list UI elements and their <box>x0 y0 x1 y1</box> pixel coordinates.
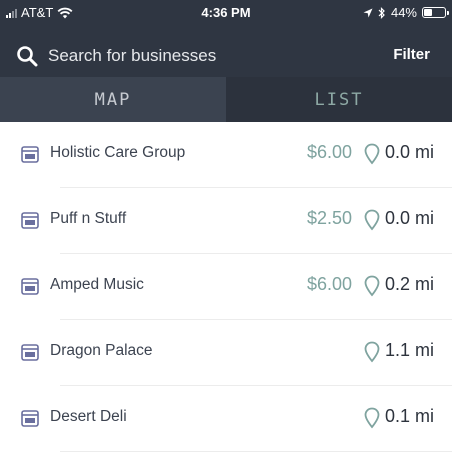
location-pin-icon <box>364 407 380 429</box>
status-bar: AT&T 4:36 PM 44% <box>0 0 452 26</box>
filter-button[interactable]: Filter <box>393 46 430 63</box>
app-header: AT&T 4:36 PM 44% Search for businesses F… <box>0 0 452 122</box>
business-name: Puff n Stuff <box>50 210 127 227</box>
store-icon <box>21 278 39 295</box>
store-icon <box>21 212 39 229</box>
store-icon <box>21 344 39 361</box>
business-distance: 0.2 mi <box>385 274 435 294</box>
location-pin-icon <box>364 143 380 165</box>
battery-percent: 44% <box>390 5 417 20</box>
business-name: Dragon Palace <box>50 342 153 359</box>
store-icon <box>21 410 39 427</box>
search-input[interactable] <box>48 42 368 70</box>
business-name: Desert Deli <box>50 408 127 425</box>
battery-icon <box>422 7 449 18</box>
business-name: Amped Music <box>50 276 144 293</box>
business-price: $6.00 <box>306 142 352 162</box>
business-name: Holistic Care Group <box>50 144 186 161</box>
search-icon[interactable] <box>16 45 38 67</box>
list-item[interactable]: Desert Deli 0.1 mi <box>0 386 452 452</box>
business-distance: 0.0 mi <box>385 142 435 162</box>
location-pin-icon <box>364 275 380 297</box>
business-price: $6.00 <box>306 274 352 294</box>
location-pin-icon <box>364 341 380 363</box>
location-pin-icon <box>364 209 380 231</box>
business-distance: 0.0 mi <box>385 208 435 228</box>
list-item[interactable]: Dragon Palace 1.1 mi <box>0 320 452 386</box>
tab-list[interactable]: LIST <box>226 77 452 122</box>
battery-fill <box>424 9 432 16</box>
search-bar: Filter <box>0 34 452 76</box>
list-item[interactable]: Amped Music $6.00 0.2 mi <box>0 254 452 320</box>
business-list: Holistic Care Group $6.00 0.0 mi Puff n … <box>0 122 452 452</box>
status-right: 44% <box>363 5 449 20</box>
store-icon <box>21 146 39 163</box>
view-tabs: MAP LIST <box>0 77 452 122</box>
list-item[interactable]: Holistic Care Group $6.00 0.0 mi <box>0 122 452 188</box>
business-distance: 0.1 mi <box>385 406 435 426</box>
location-arrow-icon <box>363 8 373 17</box>
list-item[interactable]: Puff n Stuff $2.50 0.0 mi <box>0 188 452 254</box>
business-distance: 1.1 mi <box>385 340 435 360</box>
business-price: $2.50 <box>306 208 352 228</box>
bluetooth-icon <box>378 6 385 19</box>
tab-map[interactable]: MAP <box>0 77 226 122</box>
